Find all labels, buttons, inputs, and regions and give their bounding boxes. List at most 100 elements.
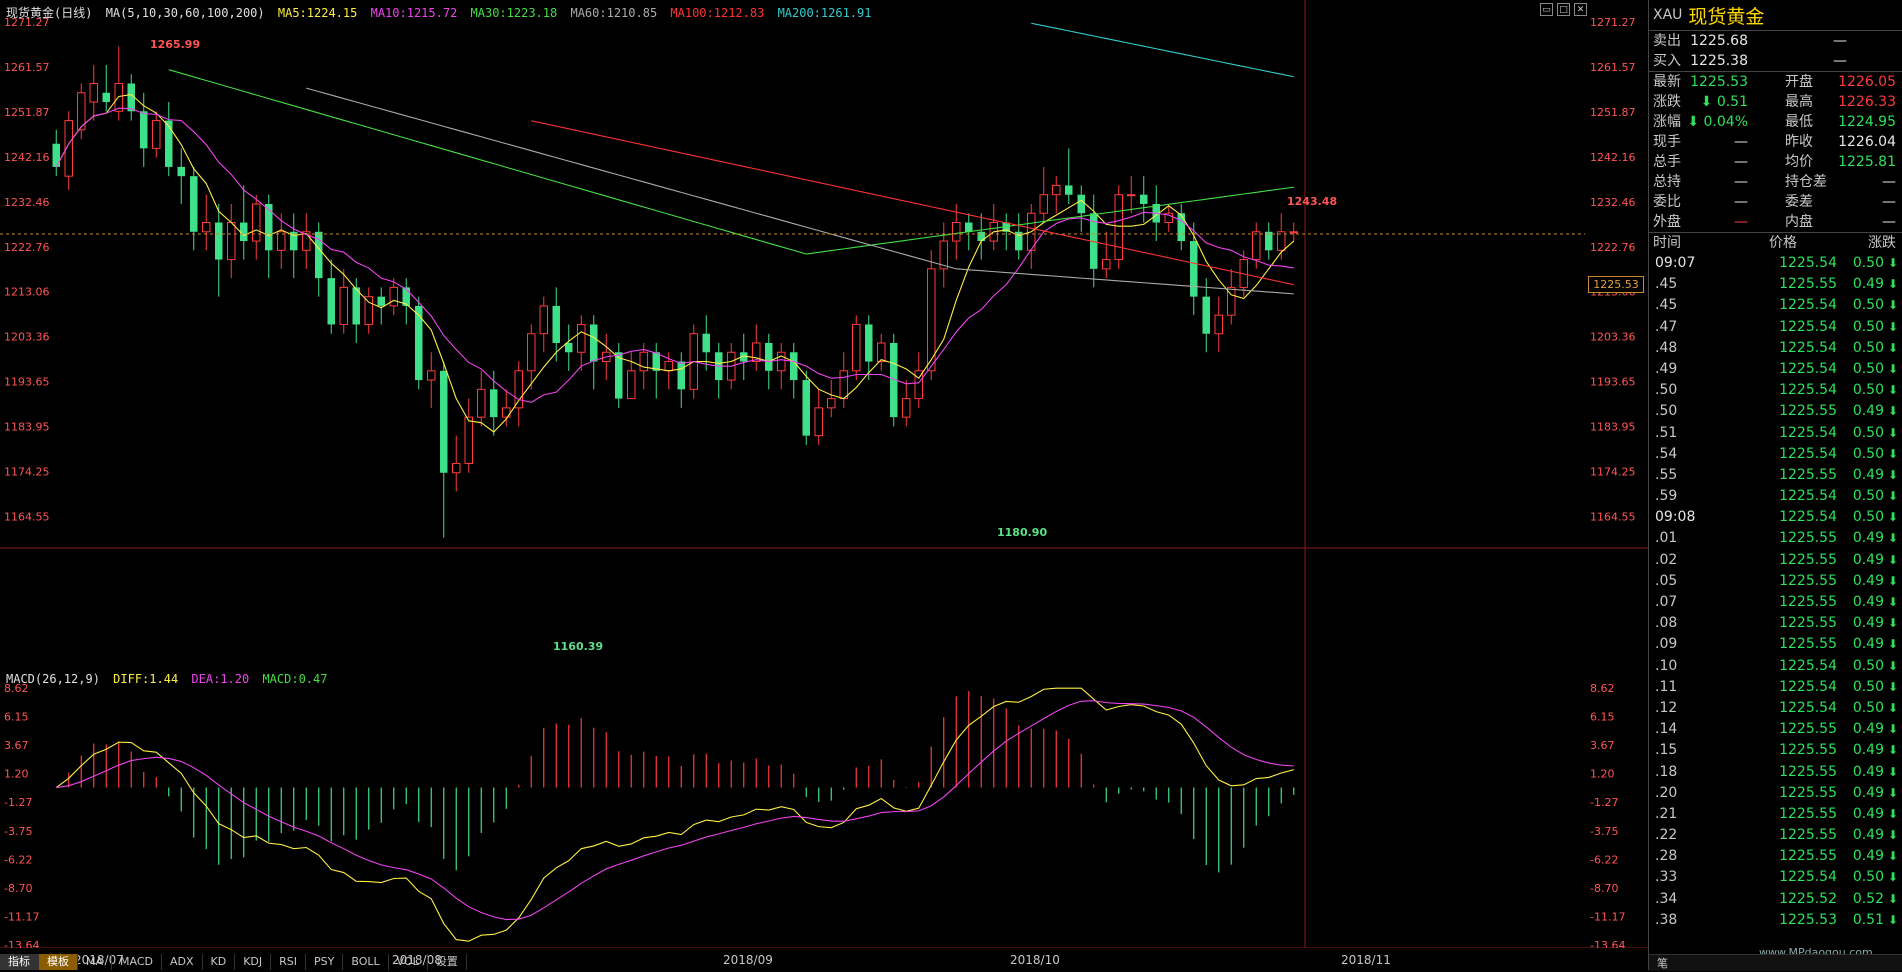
tab-7[interactable]: RSI	[271, 954, 307, 970]
tick-row: .50 1225.54 0.50 ⬇	[1649, 380, 1902, 401]
down-arrow-icon: ⬇	[1887, 383, 1898, 398]
tick-row: .10 1225.54 0.50 ⬇	[1649, 656, 1902, 677]
tick-row: .20 1225.55 0.49 ⬇	[1649, 783, 1902, 804]
price-axis-right-label: 1174.25	[1590, 466, 1636, 479]
candle-body-up	[1114, 194, 1123, 261]
ma100-value: MA100:1212.83	[670, 6, 765, 20]
maximize-icon[interactable]: □	[1557, 3, 1570, 16]
tab-11[interactable]: 设置	[428, 954, 467, 970]
ma200-value: MA200:1261.91	[777, 6, 872, 20]
down-arrow-icon: ⬇	[1887, 806, 1898, 821]
down-arrow-icon: ⬇	[1887, 446, 1898, 461]
price-axis-left-label: 1203.36	[4, 331, 50, 344]
candle-body-up	[1127, 194, 1136, 197]
candle-body-down	[790, 352, 798, 381]
candle-body-down	[1177, 213, 1185, 242]
down-arrow-icon: ⬇	[1887, 616, 1898, 631]
tick-row: .45 1225.55 0.49 ⬇	[1649, 274, 1902, 295]
candle-body-down	[352, 287, 360, 325]
tick-row: .49 1225.54 0.50 ⬇	[1649, 359, 1902, 380]
candle-body-up	[1252, 231, 1261, 261]
tick-row: .45 1225.54 0.50 ⬇	[1649, 295, 1902, 316]
down-arrow-icon: ⬇	[1887, 467, 1898, 482]
tick-row: .14 1225.55 0.49 ⬇	[1649, 719, 1902, 740]
down-arrow-icon: ⬇	[1887, 573, 1898, 588]
stat-row: 涨跌 ⬇ 0.51 最高 1226.33	[1653, 94, 1896, 110]
candle-body-down	[265, 203, 273, 251]
candle-body-down	[215, 222, 223, 260]
candle-body-down	[102, 92, 110, 103]
candle-body-down	[615, 352, 623, 399]
tick-row: .12 1225.54 0.50 ⬇	[1649, 698, 1902, 719]
candle-body-down	[965, 222, 973, 232]
down-arrow-icon: ⬇	[1887, 404, 1898, 419]
candle-body-up	[577, 323, 586, 353]
macd-value: MACD:0.47	[262, 672, 328, 686]
price-axis-left-label: 1261.57	[4, 61, 50, 74]
stat-row: 总手 — 均价 1225.81	[1653, 154, 1896, 170]
candle-body-down	[440, 370, 448, 473]
tick-row: .18 1225.55 0.49 ⬇	[1649, 762, 1902, 783]
candle-body-up	[464, 416, 473, 464]
tick-row: .11 1225.54 0.50 ⬇	[1649, 677, 1902, 698]
price-axis-left-label: 1174.25	[4, 466, 50, 479]
tick-row: .15 1225.55 0.49 ⬇	[1649, 740, 1902, 761]
buy-row: 买入 1225.38 —	[1653, 53, 1847, 69]
candle-body-down	[1077, 194, 1085, 214]
tab-8[interactable]: PSY	[306, 954, 344, 970]
restore-icon[interactable]: ▭	[1540, 3, 1553, 16]
candle-body-down	[177, 166, 185, 177]
candle-body-up	[277, 231, 286, 251]
price-axis-left-label: 1164.55	[4, 511, 50, 524]
tab-4[interactable]: ADX	[162, 954, 203, 970]
candle-body-up	[839, 370, 848, 400]
candle-body-up	[1289, 231, 1298, 234]
down-arrow-icon: ⬇	[1887, 489, 1898, 504]
price-axis-right-label: 1183.95	[1590, 421, 1636, 434]
candle-body-up	[627, 370, 636, 400]
tick-row: .09 1225.55 0.49 ⬇	[1649, 634, 1902, 655]
tab-2[interactable]: MA	[78, 954, 113, 970]
candle-body-up	[1102, 259, 1111, 270]
tick-row: .28 1225.55 0.49 ⬇	[1649, 846, 1902, 867]
price-axis-right-label: 1203.36	[1590, 331, 1636, 344]
candle-body-up	[389, 286, 398, 307]
candle-body-up	[514, 370, 523, 409]
candle-body-up	[89, 82, 98, 103]
ma5-value: MA5:1224.15	[277, 6, 358, 20]
candle-body-down	[377, 296, 385, 306]
tab-5[interactable]: KD	[203, 954, 236, 970]
tab-ticks[interactable]: 笔	[1657, 955, 1668, 971]
tab-6[interactable]: KDJ	[235, 954, 272, 970]
candle-body-down	[802, 380, 810, 436]
candle-body-up	[902, 398, 911, 418]
candle-body-up	[477, 388, 486, 418]
ma10-line	[55, 107, 1294, 403]
chart-canvas[interactable]: 1271.27 1271.271261.57 1261.571251.87 1251.…	[0, 0, 1648, 948]
dea-line	[56, 700, 1294, 921]
tab-1[interactable]: 模板	[39, 954, 78, 970]
tab-0[interactable]: 指标	[0, 954, 39, 970]
quote-header: XAU 现货黄金	[1649, 0, 1902, 30]
candle-body-down	[565, 342, 573, 353]
candle-body-down	[490, 389, 498, 418]
macd-axis-right-label: -3.75	[1590, 825, 1618, 838]
chart-title: 现货黄金(日线)	[6, 6, 93, 20]
macd-axis-right-label: -8.70	[1590, 882, 1618, 895]
macd-axis-left-label: -1.27	[4, 796, 32, 809]
macd-axis-left-label: 6.15	[4, 711, 29, 724]
tick-row: .08 1225.55 0.49 ⬇	[1649, 613, 1902, 634]
tick-list[interactable]: 09:07 1225.54 0.50 ⬇ .45 1225.55 0.49 ⬇ .45 1225.…	[1649, 253, 1902, 931]
candle-body-up	[814, 407, 823, 437]
candle-body-down	[165, 120, 173, 167]
macd-axis-right-label: -1.27	[1590, 796, 1618, 809]
candle-body-down	[1202, 296, 1210, 334]
close-icon[interactable]: ✕	[1574, 3, 1587, 16]
price-axis-left-label: 1213.06	[4, 286, 50, 299]
tab-9[interactable]: BOLL	[343, 954, 389, 970]
tab-10[interactable]: VOL	[389, 954, 428, 970]
kline-chart[interactable]: 1271.27 1271.27 1261.57 1261.57 1251.87 1251.…	[0, 0, 1648, 971]
stat-row: 现手 — 昨收 1226.04	[1653, 134, 1896, 150]
tab-3[interactable]: MACD	[112, 954, 162, 970]
candle-body-down	[327, 278, 335, 325]
